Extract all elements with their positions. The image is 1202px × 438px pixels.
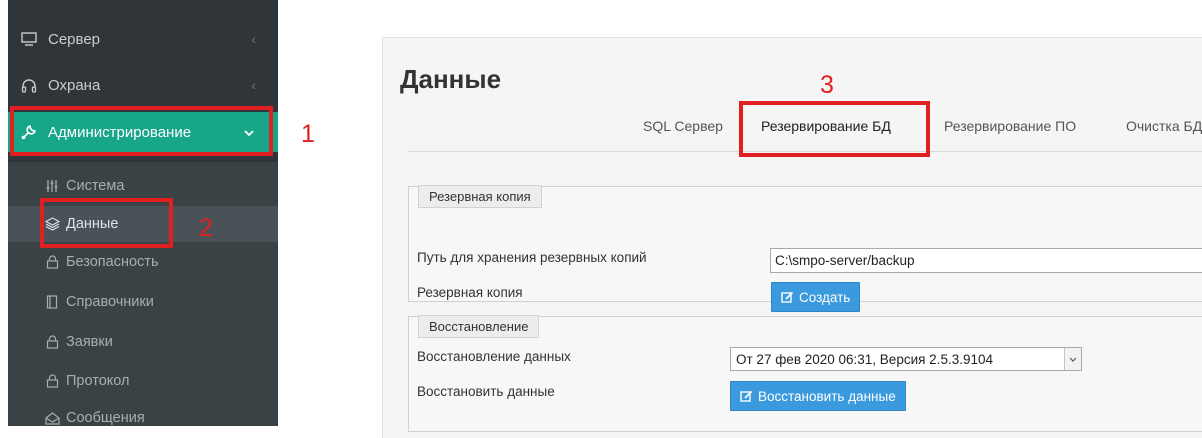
sidebar-subitem-protocol[interactable]: Протокол: [8, 363, 278, 399]
annotation-number-1: 1: [301, 120, 315, 148]
tab-db-cleanup[interactable]: Очистка БД: [1126, 118, 1202, 134]
restore-action-label: Восстановить данные: [417, 384, 555, 399]
sliders-icon: [44, 179, 60, 193]
create-backup-button-label: Создать: [799, 289, 851, 305]
book-icon: [44, 295, 60, 309]
lock-icon: [44, 255, 60, 269]
restore-data-button-label: Восстановить данные: [758, 388, 896, 404]
lock-icon: [44, 335, 60, 349]
chevron-down-icon[interactable]: [1064, 348, 1081, 370]
backup-copy-label: Резервная копия: [417, 285, 523, 300]
headset-icon: [20, 78, 38, 93]
lock-icon: [44, 374, 60, 388]
restore-data-button[interactable]: Восстановить данные: [730, 381, 906, 411]
backup-legend: Резервная копия: [418, 185, 542, 208]
chevron-left-icon: ‹: [251, 77, 256, 93]
envelope-icon: [44, 411, 60, 425]
sidebar-item-server[interactable]: Сервер ‹: [8, 20, 278, 58]
annotation-box-3: [739, 101, 930, 157]
tab-sql-server[interactable]: SQL Сервер: [643, 118, 723, 134]
sidebar-subitem-security[interactable]: Безопасность: [8, 244, 278, 280]
sidebar-subitem-label: Заявки: [66, 334, 113, 350]
annotation-box-1: [10, 106, 273, 156]
restore-legend: Восстановление: [418, 315, 540, 338]
sidebar-subitem-requests[interactable]: Заявки: [8, 324, 278, 360]
chevron-left-icon: ‹: [251, 31, 256, 47]
backup-path-label: Путь для хранения резервных копий: [417, 250, 647, 265]
edit-icon: [781, 291, 794, 303]
sidebar-subitem-label: Протокол: [66, 373, 130, 389]
restore-data-label: Восстановление данных: [417, 349, 571, 364]
sidebar-item-label: Сервер: [48, 30, 101, 48]
sidebar-subitem-messages[interactable]: Сообщения: [8, 400, 278, 426]
sidebar-subitem-label: Справочники: [66, 294, 154, 310]
tab-software-backup[interactable]: Резервирование ПО: [944, 118, 1076, 134]
restore-version-value: От 27 фев 2020 06:31, Версия 2.5.3.9104: [736, 351, 993, 367]
sidebar-subitem-label: Безопасность: [66, 254, 159, 270]
monitor-icon: [20, 32, 38, 46]
page-title: Данные: [400, 64, 502, 94]
annotation-box-2: [40, 198, 173, 248]
annotation-number-2: 2: [199, 214, 213, 242]
restore-version-select[interactable]: От 27 фев 2020 06:31, Версия 2.5.3.9104: [730, 347, 1082, 371]
backup-path-input[interactable]: [770, 248, 1202, 273]
sidebar-subitem-label: Сообщения: [66, 410, 145, 426]
create-backup-button[interactable]: Создать: [771, 282, 861, 312]
sidebar-item-security-guard[interactable]: Охрана ‹: [8, 66, 278, 104]
sidebar-subitem-label: Система: [66, 178, 125, 194]
annotation-number-3: 3: [820, 71, 834, 99]
sidebar-item-label: Охрана: [48, 76, 101, 94]
edit-icon: [740, 390, 753, 402]
sidebar-subitem-dictionaries[interactable]: Справочники: [8, 284, 278, 320]
